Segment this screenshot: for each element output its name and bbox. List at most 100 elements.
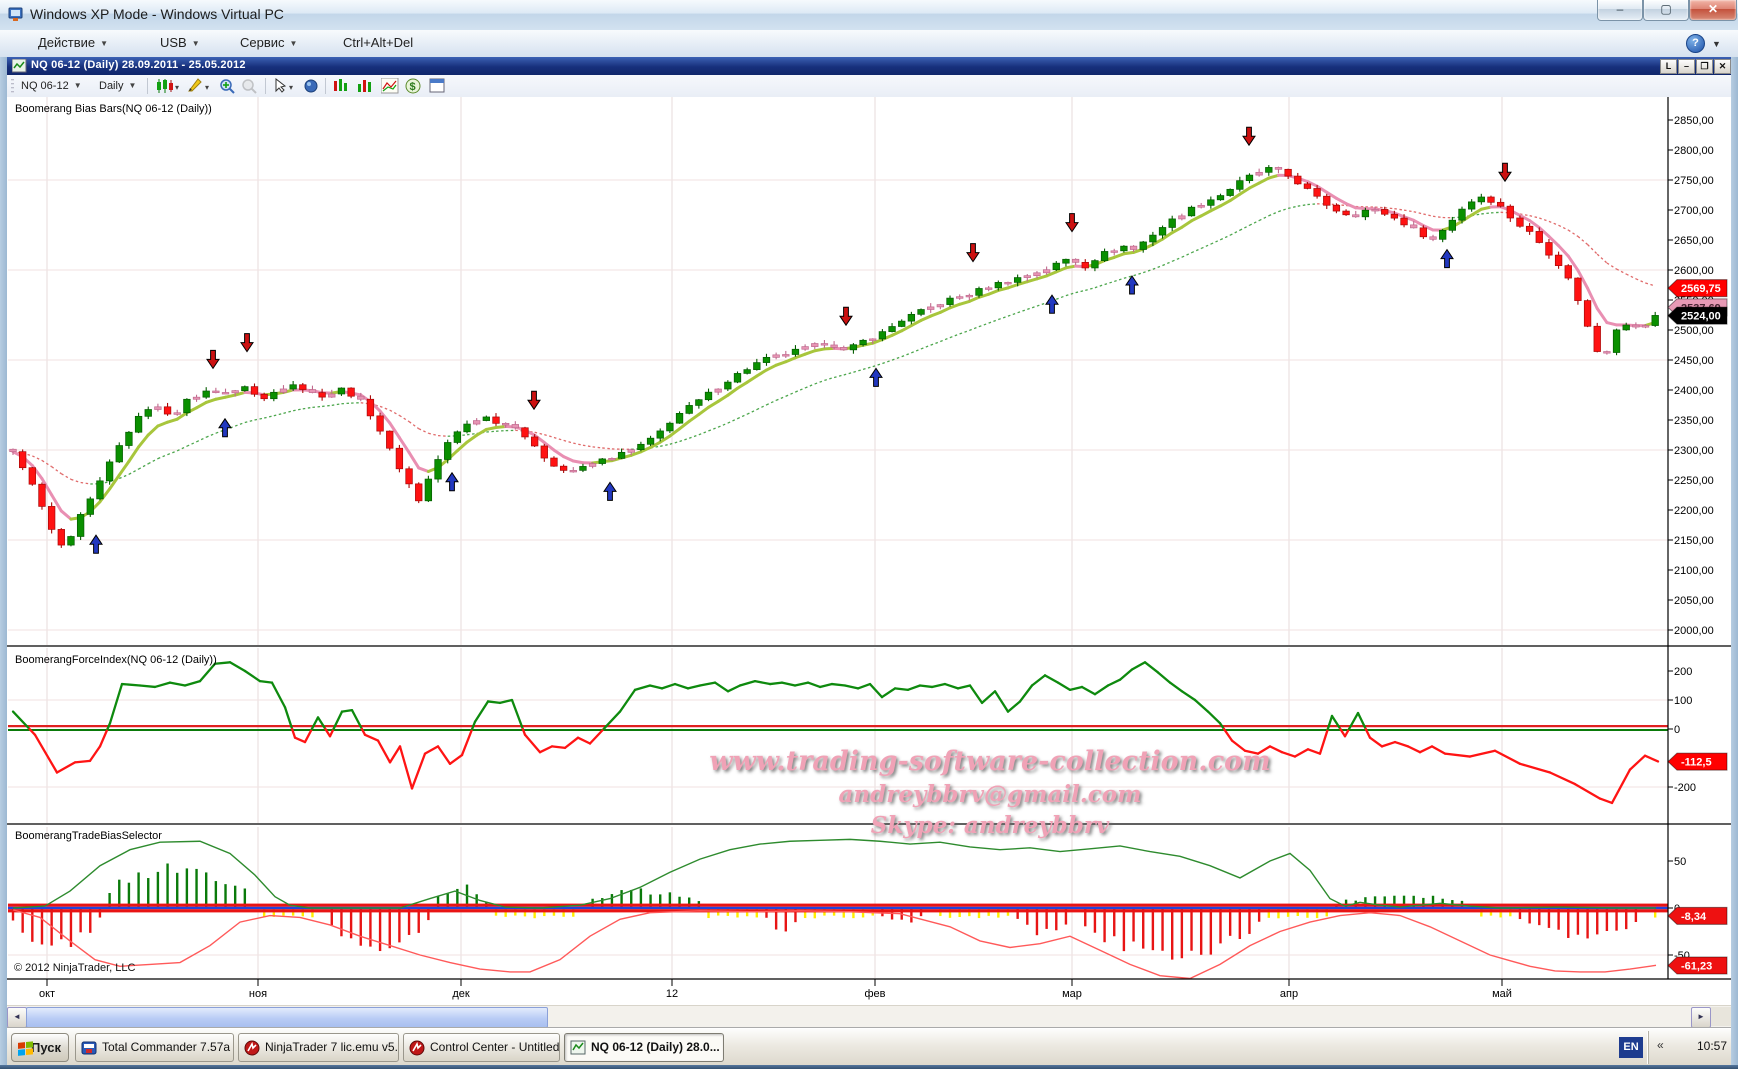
taskbar-button-label: NinjaTrader 7 lic.emu v5.06 xyxy=(265,1040,399,1054)
menu-action[interactable]: Действие▼ xyxy=(38,35,108,50)
menu-ctrl-alt-del[interactable]: Ctrl+Alt+Del xyxy=(343,35,413,50)
force-axis-label: -200 xyxy=(1674,782,1696,794)
price-tag-label: -61,23 xyxy=(1681,961,1712,973)
price-axis-label: 2050,00 xyxy=(1674,595,1714,607)
ninjatrader-icon xyxy=(244,1040,260,1056)
scrollbar-thumb[interactable] xyxy=(26,1007,548,1028)
period-selector[interactable]: Daily▼ xyxy=(99,78,136,94)
chevron-down-icon: ▼ xyxy=(100,39,108,48)
snap-mode-icon[interactable] xyxy=(303,78,319,94)
chart-window-title: NQ 06-12 (Daily) 28.09.2011 - 25.05.2012 xyxy=(31,59,246,71)
start-label: Пуск xyxy=(31,1040,61,1055)
chevron-down-icon: ▼ xyxy=(74,81,82,90)
taskbar-button-label: Total Commander 7.57a ... xyxy=(102,1040,234,1054)
window-border-left xyxy=(0,57,7,1069)
cursor-icon[interactable]: ▾ xyxy=(273,78,299,94)
x-axis-month-label: мар xyxy=(1062,988,1082,1000)
taskbar-button-control-center[interactable]: Control Center - Untitled1 xyxy=(403,1033,560,1062)
instrument-selector[interactable]: NQ 06-12▼ xyxy=(21,78,82,94)
horizontal-scrollbar[interactable]: ◄ ► xyxy=(7,1005,1731,1027)
clock: 10:57 xyxy=(1697,1039,1727,1053)
total-commander-icon xyxy=(81,1040,97,1056)
taskbar-button-label: Control Center - Untitled1 xyxy=(430,1040,560,1054)
price-tag-label: -112,5 xyxy=(1681,757,1712,769)
zoom-out-icon[interactable] xyxy=(241,78,259,94)
chart-minimize-button[interactable]: – xyxy=(1678,59,1695,74)
zoom-in-icon[interactable] xyxy=(219,78,237,94)
ninjatrader-icon xyxy=(409,1040,425,1056)
x-axis-month-label: ноя xyxy=(249,988,267,1000)
price-axis-label: 2600,00 xyxy=(1674,265,1714,277)
bias-panel-label: BoomerangTradeBiasSelector xyxy=(15,830,162,842)
vm-app-icon xyxy=(8,6,25,23)
price-axis-label: 2850,00 xyxy=(1674,115,1714,127)
bias-axis-label: 50 xyxy=(1674,856,1686,868)
scrollbar-corner xyxy=(1711,1007,1731,1026)
scroll-left-button[interactable]: ◄ xyxy=(7,1007,27,1028)
minimize-button[interactable]: – xyxy=(1597,0,1643,21)
vm-window-title: Windows XP Mode - Windows Virtual PC xyxy=(30,6,284,22)
vm-titlebar: Windows XP Mode - Windows Virtual PC – ▢… xyxy=(0,0,1738,31)
help-icon[interactable]: ? xyxy=(1686,34,1705,53)
panel-icon[interactable] xyxy=(429,78,445,94)
menu-usb[interactable]: USB▼ xyxy=(160,35,200,50)
vm-menubar: Действие▼ USB▼ Сервис▼ Ctrl+Alt+Del ? ▼ xyxy=(0,30,1738,58)
price-axis-label: 2700,00 xyxy=(1674,205,1714,217)
scroll-right-button[interactable]: ► xyxy=(1691,1007,1711,1028)
price-axis-label: 2500,00 xyxy=(1674,325,1714,337)
price-panel-label: Boomerang Bias Bars(NQ 06-12 (Daily)) xyxy=(15,103,212,115)
force-axis-label: 0 xyxy=(1674,724,1680,736)
price-axis-label: 2800,00 xyxy=(1674,145,1714,157)
svg-text:▾: ▾ xyxy=(175,83,179,92)
taskbar-button-ninjatrader[interactable]: NinjaTrader 7 lic.emu v5.06 xyxy=(238,1033,399,1062)
window-border-right xyxy=(1731,57,1738,1069)
force-axis-label: 200 xyxy=(1674,666,1692,678)
chart-style-icon[interactable]: ▾ xyxy=(155,78,181,94)
chart-icon xyxy=(12,59,27,73)
close-button[interactable]: ✕ xyxy=(1689,0,1737,21)
chart-icon xyxy=(570,1040,586,1056)
price-axis-label: 2400,00 xyxy=(1674,385,1714,397)
price-axis-label: 2100,00 xyxy=(1674,565,1714,577)
price-axis-label: 2450,00 xyxy=(1674,355,1714,367)
line-chart-icon[interactable] xyxy=(381,78,399,94)
x-axis-month-label: окт xyxy=(39,988,55,1000)
price-axis-label: 2150,00 xyxy=(1674,535,1714,547)
chevron-down-icon: ▼ xyxy=(192,39,200,48)
x-axis-month-label: май xyxy=(1492,988,1512,1000)
vm-window: { "vm_window": { "title": "Windows XP Mo… xyxy=(0,0,1738,1069)
x-axis-month-label: дек xyxy=(452,988,470,1000)
start-button[interactable]: Пуск xyxy=(11,1033,69,1062)
price-tag-label: 2524,00 xyxy=(1681,311,1721,323)
language-indicator[interactable]: EN xyxy=(1619,1037,1643,1058)
copyright-text: © 2012 NinjaTrader, LLC xyxy=(14,962,135,974)
menu-service[interactable]: Сервис▼ xyxy=(240,35,297,50)
maximize-button[interactable]: ▢ xyxy=(1643,0,1689,21)
volume-bars-icon[interactable] xyxy=(357,78,375,94)
dollar-icon[interactable]: $ xyxy=(405,78,421,94)
taskbar-button-label: NQ 06-12 (Daily) 28.0... xyxy=(591,1040,720,1054)
price-axis-label: 2350,00 xyxy=(1674,415,1714,427)
taskbar: Пуск Total Commander 7.57a ... NinjaTrad… xyxy=(7,1028,1731,1066)
taskbar-button-total-commander[interactable]: Total Commander 7.57a ... xyxy=(75,1033,234,1062)
svg-text:▾: ▾ xyxy=(289,83,293,92)
tray-expand-chevron[interactable]: « xyxy=(1657,1038,1664,1052)
windows-logo-icon xyxy=(17,1040,34,1057)
link-button[interactable]: L xyxy=(1660,59,1677,74)
x-axis-month-label: апр xyxy=(1280,988,1298,1000)
toolbar-grip[interactable] xyxy=(11,79,14,93)
chart-restore-button[interactable]: ❐ xyxy=(1696,59,1713,74)
price-axis-label: 2650,00 xyxy=(1674,235,1714,247)
chart-close-button[interactable]: ✕ xyxy=(1714,59,1731,74)
force-panel-label: BoomerangForceIndex(NQ 06-12 (Daily)) xyxy=(15,654,217,666)
bias-bars-icon[interactable] xyxy=(333,78,351,94)
price-axis-label: 2000,00 xyxy=(1674,625,1714,637)
price-axis-label: 2250,00 xyxy=(1674,475,1714,487)
price-axis-label: 2300,00 xyxy=(1674,445,1714,457)
x-axis-month-label: 12 xyxy=(666,988,678,1000)
taskbar-button-chart[interactable]: NQ 06-12 (Daily) 28.0... xyxy=(564,1033,724,1062)
chevron-down-icon[interactable]: ▼ xyxy=(1712,39,1721,49)
chart-canvas[interactable]: 2850,002800,002750,002700,002650,002600,… xyxy=(7,97,1731,1005)
draw-pencil-icon[interactable]: ▾ xyxy=(187,78,213,94)
chart-window-titlebar[interactable]: NQ 06-12 (Daily) 28.09.2011 - 25.05.2012… xyxy=(7,57,1731,75)
